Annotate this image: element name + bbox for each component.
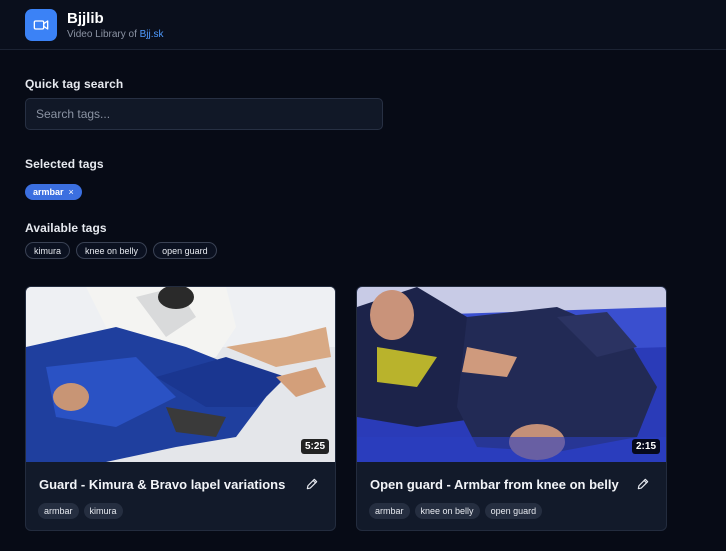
video-title[interactable]: Open guard - Armbar from knee on belly — [370, 477, 619, 492]
video-camera-icon[interactable] — [25, 8, 57, 41]
video-duration: 2:15 — [631, 439, 660, 454]
video-card[interactable]: 2:15 Open guard - Armbar from knee on be… — [356, 286, 667, 531]
video-tag[interactable]: open guard — [484, 503, 543, 519]
pencil-icon[interactable] — [305, 477, 319, 491]
selected-tag-label: armbar — [33, 187, 64, 197]
video-thumbnail[interactable]: 5:25 — [26, 287, 335, 462]
available-tag-knee-on-belly[interactable]: knee on belly — [76, 242, 148, 259]
bjj-sk-link[interactable]: Bjj.sk — [140, 29, 164, 40]
video-duration: 5:25 — [300, 439, 329, 454]
available-tag-open-guard[interactable]: open guard — [153, 242, 217, 259]
video-tags: armbar knee on belly open guard — [369, 503, 543, 519]
available-tags-list: kimura knee on belly open guard — [25, 242, 217, 259]
video-tag[interactable]: armbar — [369, 503, 410, 519]
tag-search-input[interactable] — [25, 98, 383, 130]
selected-tag-armbar[interactable]: armbar × — [25, 184, 82, 200]
video-card[interactable]: 5:25 Guard - Kimura & Bravo lapel variat… — [25, 286, 336, 531]
video-thumbnail[interactable]: 2:15 — [357, 287, 666, 462]
video-tag[interactable]: armbar — [38, 503, 79, 519]
video-title[interactable]: Guard - Kimura & Bravo lapel variations — [39, 477, 285, 492]
brand: Bjjlib Video Library of Bjj.sk — [67, 10, 164, 40]
available-tag-kimura[interactable]: kimura — [25, 242, 71, 259]
selected-tags-label: Selected tags — [25, 157, 104, 171]
video-tag[interactable]: kimura — [83, 503, 123, 519]
remove-tag-icon[interactable]: × — [69, 187, 74, 197]
quick-tag-search-label: Quick tag search — [25, 77, 124, 91]
pencil-icon[interactable] — [636, 477, 650, 491]
video-tag[interactable]: knee on belly — [414, 503, 480, 519]
video-tags: armbar kimura — [38, 503, 123, 519]
app-header: Bjjlib Video Library of Bjj.sk — [0, 0, 726, 50]
app-subtitle: Video Library of Bjj.sk — [67, 29, 164, 40]
available-tags-label: Available tags — [25, 221, 107, 235]
subtitle-text: Video Library of — [67, 28, 140, 40]
app-title: Bjjlib — [67, 9, 104, 27]
